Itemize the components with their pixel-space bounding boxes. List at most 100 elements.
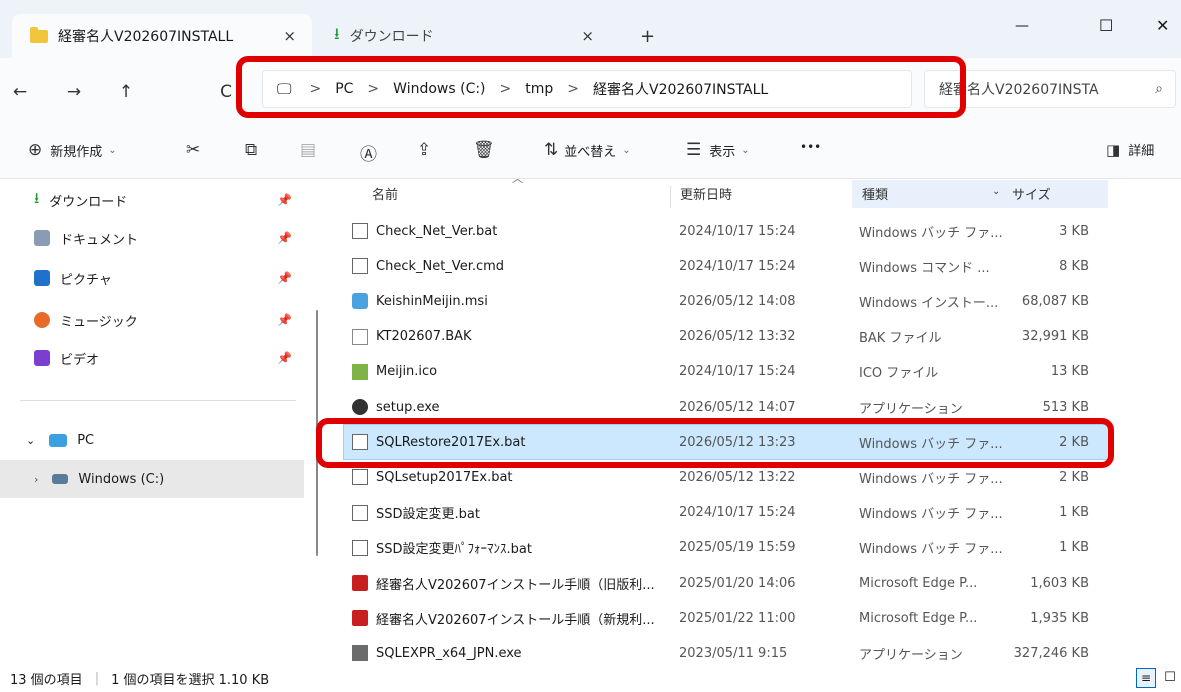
tab-label: 経審名人V202607INSTALL — [58, 29, 234, 45]
back-button[interactable]: ← — [8, 80, 32, 104]
highlight-selected-file-frame — [316, 418, 1114, 468]
file-name: 経審名人V202607インストール手順（旧版利... — [376, 577, 655, 593]
up-button[interactable]: ↑ — [114, 80, 138, 104]
new-button[interactable]: ⊕ 新規作成 ⌄ — [28, 140, 117, 160]
more-options-button[interactable]: ••• — [800, 140, 821, 154]
sidebar-item-label: ミュージック — [60, 314, 138, 330]
file-row[interactable]: Check_Net_Ver.cmd 2024/10/17 15:24 Windows… — [344, 249, 1110, 283]
chevron-down-icon: ⌄ — [26, 433, 36, 447]
pin-icon[interactable]: 📌 — [277, 351, 292, 365]
column-header-type[interactable]: 種類 — [862, 178, 888, 208]
sidebar-item-pc[interactable]: ⌄ PC — [0, 420, 310, 460]
details-view-icon[interactable]: ≡ — [1136, 668, 1156, 688]
batch-file-icon — [352, 539, 368, 556]
refresh-button[interactable]: C — [214, 80, 238, 104]
close-tab-button[interactable]: × — [283, 27, 296, 45]
column-header-name[interactable]: 名前 — [372, 178, 398, 208]
file-row[interactable]: Check_Net_Ver.bat 2024/10/17 15:24 Windows… — [344, 214, 1110, 248]
file-type: Windows コマンド ... — [859, 260, 990, 276]
file-date: 2026/05/12 13:32 — [679, 329, 796, 345]
sidebar-divider — [20, 400, 296, 401]
file-size: 1,935 KB — [1030, 610, 1089, 626]
new-tab-button[interactable]: + — [640, 26, 655, 47]
file-name-cell: SSD設定変更ﾊﾟﾌｫｰﾏﾝｽ.bat — [352, 531, 672, 565]
chevron-down-icon: ⌄ — [622, 144, 631, 156]
file-type: Windows バッチ ファ... — [859, 542, 1003, 558]
file-name-cell: 経審名人V202607インストール手順（新規利... — [352, 601, 672, 635]
chevron-down-icon[interactable]: ⌄ — [992, 186, 1000, 197]
delete-icon[interactable]: 🗑 — [473, 140, 495, 160]
paste-icon[interactable]: ▤ — [300, 140, 316, 160]
download-icon: ⭳ — [34, 188, 40, 207]
pin-icon[interactable]: 📌 — [277, 193, 292, 207]
file-name: SSD設定変更.bat — [376, 507, 480, 523]
sort-icon: ⇅ — [544, 140, 559, 160]
pin-icon[interactable]: 📌 — [277, 313, 292, 327]
highlight-address-frame — [236, 56, 966, 118]
column-header-date[interactable]: 更新日時 — [680, 178, 732, 208]
maximize-button[interactable]: ☐ — [1099, 16, 1113, 35]
rename-icon[interactable]: Ⓐ — [360, 140, 377, 165]
close-tab-button[interactable]: × — [581, 27, 594, 45]
installer-icon — [352, 293, 368, 310]
copy-icon[interactable]: ⧉ — [245, 140, 257, 160]
chevron-down-icon: ⌄ — [108, 144, 117, 156]
file-date: 2024/10/17 15:24 — [679, 505, 796, 521]
cut-icon[interactable]: ✂ — [186, 140, 200, 160]
file-row[interactable]: SSD設定変更.bat 2024/10/17 15:24 Windows バッチ フ… — [344, 496, 1110, 530]
sidebar-item-documents[interactable]: ドキュメント 📌 — [0, 218, 310, 258]
sidebar-item-label: PC — [77, 432, 95, 448]
file-icon — [352, 328, 368, 345]
item-count: 13 個の項目 — [10, 672, 83, 688]
tiles-view-icon[interactable]: ☐ — [1160, 668, 1180, 688]
sidebar-item-videos[interactable]: ビデオ 📌 — [0, 338, 310, 378]
file-type: Microsoft Edge P... — [859, 575, 978, 591]
file-name-cell: KT202607.BAK — [352, 320, 672, 354]
column-header-size[interactable]: サイズ — [1012, 178, 1051, 208]
sidebar-item-label: ドキュメント — [60, 232, 139, 248]
file-date: 2025/05/19 15:59 — [679, 540, 796, 556]
batch-file-icon — [352, 223, 368, 239]
file-size: 1 KB — [1059, 540, 1089, 556]
file-row[interactable]: KeishinMeijin.msi 2026/05/12 14:08 Windows… — [344, 284, 1110, 318]
forward-button[interactable]: → — [62, 80, 86, 104]
file-date: 2024/10/17 15:24 — [679, 258, 796, 274]
file-type: Windows バッチ ファ... — [859, 225, 1003, 241]
file-date: 2024/10/17 15:24 — [679, 223, 796, 239]
chevron-down-icon: ⌄ — [741, 144, 750, 156]
details-pane-button[interactable]: ◨ 詳細 — [1106, 140, 1155, 160]
file-row[interactable]: 経審名人V202607インストール手順（旧版利... 2025/01/20 14:… — [344, 566, 1110, 600]
share-icon[interactable]: ⇪ — [417, 140, 431, 160]
file-size: 3 KB — [1059, 223, 1089, 239]
sidebar-item-downloads[interactable]: ⭳ ダウンロード 📌 — [0, 180, 310, 220]
file-size: 8 KB — [1059, 258, 1089, 274]
file-row[interactable]: 経審名人V202607インストール手順（新規利... 2025/01/22 11:… — [344, 601, 1110, 635]
file-row[interactable]: KT202607.BAK 2026/05/12 13:32 BAK ファイル 32,9… — [344, 320, 1110, 354]
file-name-cell: SSD設定変更.bat — [352, 496, 672, 530]
view-button[interactable]: ☰ 表示 ⌄ — [686, 140, 750, 160]
file-name: Check_Net_Ver.bat — [376, 223, 498, 239]
sidebar-item-music[interactable]: ミュージック 📌 — [0, 300, 310, 340]
file-name: Check_Net_Ver.cmd — [376, 258, 505, 274]
minimize-button[interactable]: — — [1015, 18, 1029, 34]
sidebar-item-label: ピクチャ — [60, 272, 112, 288]
folder-icon — [30, 26, 48, 43]
file-row[interactable]: Meijin.ico 2024/10/17 15:24 ICO ファイル 13 KB — [344, 355, 1110, 389]
file-type: Windows バッチ ファ... — [859, 507, 1003, 523]
sidebar-item-pictures[interactable]: ピクチャ 📌 — [0, 258, 310, 298]
tab-install-folder[interactable]: 経審名人V202607INSTALL × — [12, 14, 312, 58]
status-bar: 13 個の項目 | 1 個の項目を選択 1.10 KB — [0, 664, 1181, 692]
file-date: 2025/01/20 14:06 — [679, 575, 796, 591]
tab-downloads[interactable]: ⭳ ダウンロード × — [320, 14, 610, 58]
pc-icon — [49, 433, 68, 447]
file-size: 32,991 KB — [1021, 329, 1089, 345]
details-label: 詳細 — [1128, 144, 1155, 159]
batch-file-icon — [352, 258, 368, 275]
pin-icon[interactable]: 📌 — [277, 271, 292, 285]
pin-icon[interactable]: 📌 — [277, 231, 292, 245]
file-row[interactable]: SSD設定変更ﾊﾟﾌｫｰﾏﾝｽ.bat 2025/05/19 15:59 Windo… — [344, 531, 1110, 565]
sidebar-item-drive-c[interactable]: › Windows (C:) — [0, 460, 304, 498]
status-divider: | — [94, 670, 100, 686]
close-window-button[interactable]: ✕ — [1156, 16, 1169, 35]
sort-button[interactable]: ⇅ 並べ替え ⌄ — [544, 140, 631, 160]
